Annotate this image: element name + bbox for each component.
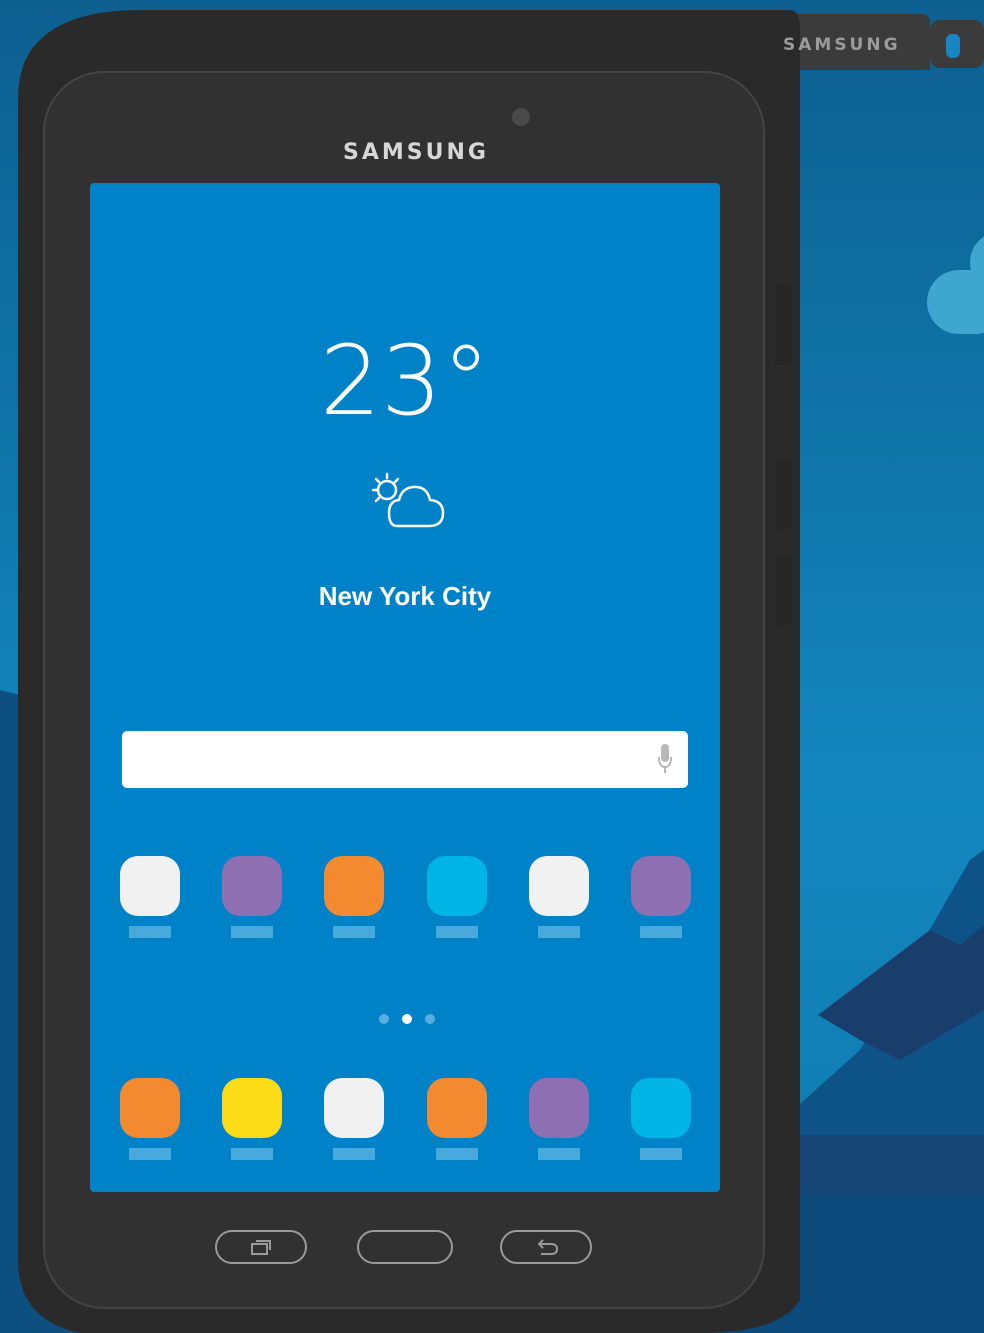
microphone-icon[interactable] — [658, 744, 672, 774]
search-bar[interactable] — [122, 731, 688, 788]
app-icon-tile — [324, 1078, 384, 1138]
app-icon[interactable] — [324, 856, 384, 940]
app-icon-tile — [120, 1078, 180, 1138]
search-input[interactable] — [122, 731, 622, 788]
app-icon-tile — [120, 856, 180, 916]
app-label-placeholder — [231, 1148, 273, 1160]
dock-app-icon[interactable] — [120, 1078, 180, 1162]
app-icon-tile — [529, 1078, 589, 1138]
app-icon-tile — [222, 1078, 282, 1138]
app-icon-tile — [631, 1078, 691, 1138]
app-label-placeholder — [436, 926, 478, 938]
app-icon-tile — [222, 856, 282, 916]
back-button[interactable] — [500, 1230, 592, 1264]
dock-app-icon[interactable] — [529, 1078, 589, 1162]
app-icon[interactable] — [222, 856, 282, 940]
brand-logo-stylus: SAMSUNG — [783, 35, 901, 55]
app-label-placeholder — [231, 926, 273, 938]
app-label-placeholder — [333, 1148, 375, 1160]
app-label-placeholder — [129, 926, 171, 938]
app-icon[interactable] — [120, 856, 180, 940]
app-label-placeholder — [333, 926, 375, 938]
temperature-readout: 23° — [319, 325, 491, 437]
app-icon-tile — [427, 856, 487, 916]
partly-cloudy-icon[interactable] — [367, 470, 447, 530]
app-label-placeholder — [538, 1148, 580, 1160]
app-label-placeholder — [538, 926, 580, 938]
app-icon-tile — [324, 856, 384, 916]
dock-app-icon[interactable] — [222, 1078, 282, 1162]
app-icon[interactable] — [529, 856, 589, 940]
home-button[interactable] — [357, 1230, 453, 1264]
app-label-placeholder — [640, 1148, 682, 1160]
app-label-placeholder — [436, 1148, 478, 1160]
back-arrow-icon — [537, 1239, 559, 1255]
dock-app-icon[interactable] — [631, 1078, 691, 1162]
app-icon-tile — [529, 856, 589, 916]
page-dot-active[interactable] — [402, 1014, 412, 1024]
page-dot[interactable] — [425, 1014, 435, 1024]
recent-apps-button[interactable] — [215, 1230, 307, 1264]
app-label-placeholder — [129, 1148, 171, 1160]
app-icon[interactable] — [427, 856, 487, 940]
brand-logo-top: SAMSUNG — [343, 140, 489, 165]
app-icon-tile — [631, 856, 691, 916]
app-icon-tile — [427, 1078, 487, 1138]
page-dot[interactable] — [379, 1014, 389, 1024]
front-camera — [512, 108, 530, 126]
page-indicator[interactable] — [377, 1012, 437, 1024]
recent-apps-icon — [251, 1240, 271, 1255]
dock-app-icon[interactable] — [427, 1078, 487, 1162]
app-label-placeholder — [640, 926, 682, 938]
tablet-screen: 23° New York City — [90, 183, 720, 1192]
app-icon[interactable] — [631, 856, 691, 940]
city-name[interactable]: New York City — [90, 581, 720, 612]
dock-app-icon[interactable] — [324, 1078, 384, 1162]
